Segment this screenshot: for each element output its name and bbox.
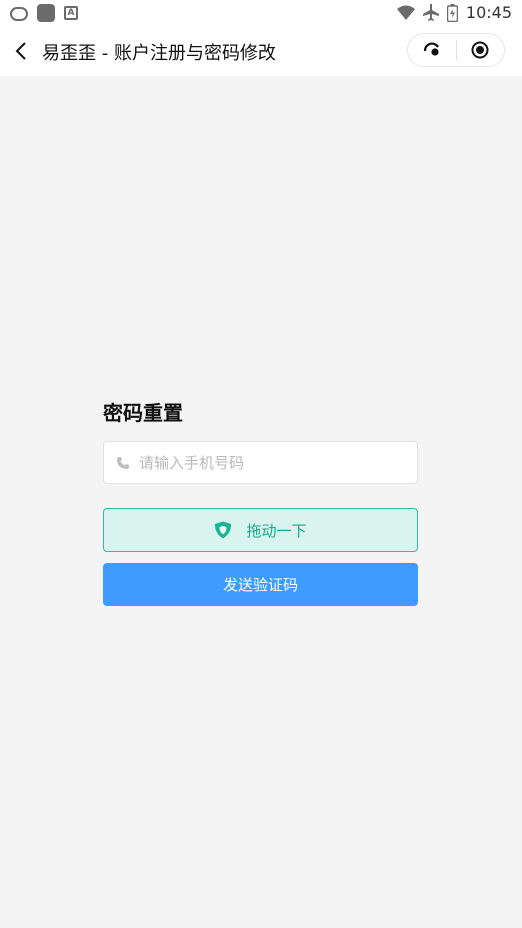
status-time: 10:45	[465, 3, 512, 22]
slide-verify-label: 拖动一下	[246, 521, 307, 540]
mini-program-capsule	[407, 33, 505, 67]
send-code-button[interactable]: 发送验证码	[103, 563, 418, 606]
close-target-icon	[471, 41, 489, 59]
airplane-icon	[422, 3, 439, 21]
status-bar: A 10:45	[0, 0, 522, 26]
form-heading: 密码重置	[103, 401, 183, 425]
phone-icon	[115, 455, 131, 471]
back-button[interactable]	[10, 39, 34, 63]
chevron-left-icon	[15, 42, 26, 60]
battery-charging-icon	[446, 3, 458, 22]
status-left-icons: A	[10, 4, 78, 22]
phone-input[interactable]	[139, 453, 399, 472]
page-title: 易歪歪 - 账户注册与密码修改	[42, 43, 276, 64]
status-right-icons: 10:45	[396, 3, 512, 22]
loop-app-icon	[10, 7, 28, 21]
more-button[interactable]	[408, 34, 456, 66]
wifi-icon	[396, 5, 415, 20]
phone-field[interactable]	[103, 441, 418, 484]
slide-verify-button[interactable]: 拖动一下	[103, 508, 418, 552]
more-dots-icon	[423, 42, 439, 56]
font-app-icon: A	[64, 6, 78, 20]
nav-bar: 易歪歪 - 账户注册与密码修改	[0, 26, 522, 76]
app-square-icon	[37, 4, 55, 22]
close-button[interactable]	[456, 34, 504, 66]
shield-icon	[215, 521, 232, 539]
